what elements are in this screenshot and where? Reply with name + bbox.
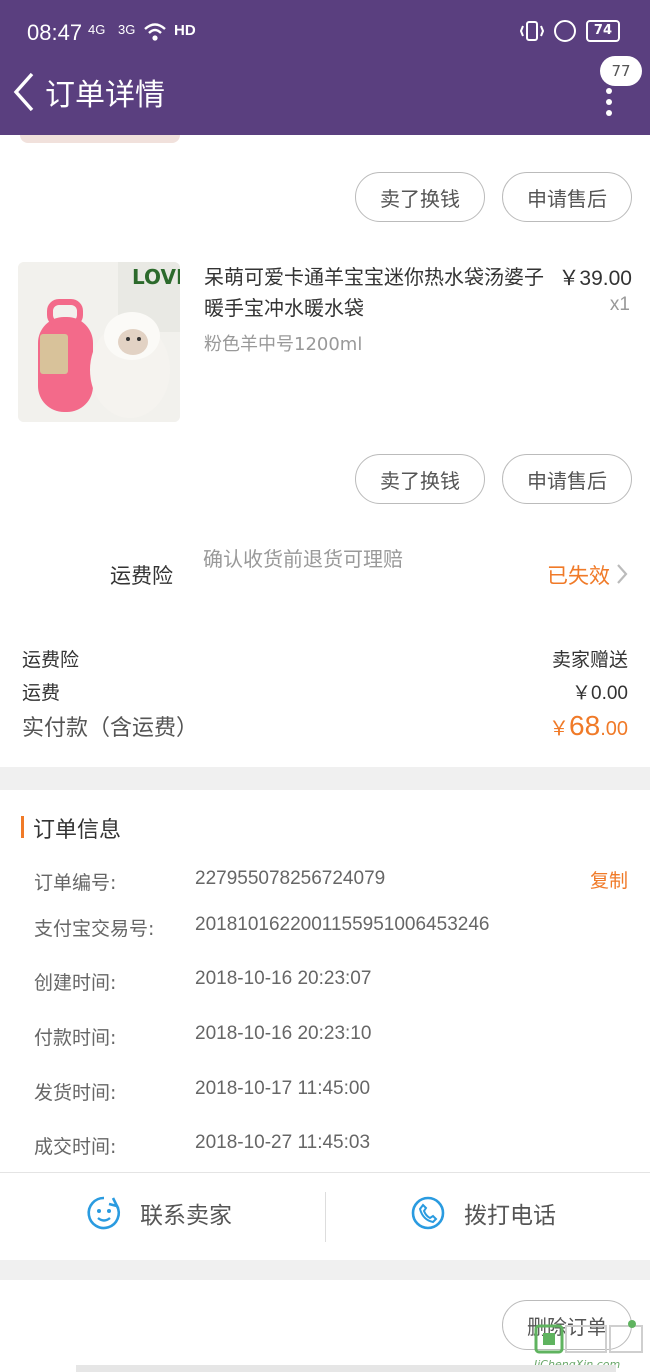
wifi-icon xyxy=(144,23,166,41)
copy-button[interactable]: 复制 xyxy=(590,866,628,893)
fee-insurance-row: 运费险 卖家赠送 xyxy=(22,645,628,672)
watermark-logo: JiChengXin.com xyxy=(528,1318,650,1372)
action-separator xyxy=(325,1192,326,1242)
insurance-status: 已失效 xyxy=(547,564,610,588)
product-price: ￥39.00 xyxy=(558,267,632,290)
more-menu-icon[interactable] xyxy=(606,88,612,116)
contact-seller-button[interactable]: 联系卖家 xyxy=(86,1195,232,1231)
order-number-label: 订单编号: xyxy=(34,872,117,894)
insurance-desc: 确认收货前退货可理赔 xyxy=(203,547,403,571)
product-quantity: x1 xyxy=(609,294,630,315)
fee-shipping-label: 运费 xyxy=(22,682,61,704)
call-label: 拨打电话 xyxy=(464,1203,556,1229)
section-divider xyxy=(0,767,650,790)
insurance-label: 运费险 xyxy=(110,564,173,588)
fee-shipping-row: 运费 ￥0.00 xyxy=(22,678,628,705)
shipped-time-value: 2018-10-17 11:45:00 xyxy=(195,1078,371,1099)
fee-insurance-value: 卖家赠送 xyxy=(551,649,628,671)
product-image[interactable]: LOVE xyxy=(18,262,180,422)
product-name[interactable]: 呆萌可爱卡通羊宝宝迷你热水袋汤婆子暖手宝冲水暖水袋 xyxy=(204,262,544,324)
total-int: 68 xyxy=(569,710,601,741)
order-info-title: 订单信息 xyxy=(33,818,122,843)
status-right: 74 xyxy=(519,20,620,42)
signal-4g-icon: 4G xyxy=(88,22,106,37)
paid-time-value: 2018-10-16 20:23:10 xyxy=(195,1023,372,1044)
previous-product-image xyxy=(20,135,180,143)
product-sku: 粉色羊中号1200ml xyxy=(204,334,363,355)
signal-3g-icon: 3G xyxy=(118,22,136,37)
sell-button[interactable]: 卖了换钱 xyxy=(355,172,485,222)
total-dec: .00 xyxy=(600,718,628,740)
total-label: 实付款（含运费） xyxy=(22,716,199,741)
sell-button-2[interactable]: 卖了换钱 xyxy=(355,454,485,504)
contact-seller-label: 联系卖家 xyxy=(140,1203,232,1229)
deal-time-value: 2018-10-27 11:45:03 xyxy=(195,1132,371,1153)
alipay-no-value: 2018101622001155951006453246 xyxy=(195,914,490,935)
total-currency: ￥ xyxy=(549,718,570,740)
deal-time-label: 成交时间: xyxy=(34,1136,117,1158)
bottom-image-strip xyxy=(76,1365,616,1372)
divider xyxy=(0,1172,650,1173)
order-number-value: 227955078256724079 xyxy=(195,868,386,889)
section-accent-bar xyxy=(21,816,24,838)
paid-time-label: 付款时间: xyxy=(34,1027,117,1049)
page-title: 订单详情 xyxy=(45,78,165,113)
vibrate-icon xyxy=(519,21,544,41)
lock-rotation-icon xyxy=(553,20,576,42)
call-button[interactable]: 拨打电话 xyxy=(410,1195,556,1231)
total-value: ￥68.00 xyxy=(549,710,628,742)
app-header: 08:47 4G 3G HD 74 订单详情 77 xyxy=(0,0,650,135)
alipay-no-label: 支付宝交易号: xyxy=(34,918,155,940)
fee-insurance-label: 运费险 xyxy=(22,649,80,671)
created-time-label: 创建时间: xyxy=(34,972,117,994)
after-sale-button-2[interactable]: 申请售后 xyxy=(502,454,632,504)
fee-shipping-value: ￥0.00 xyxy=(572,683,628,704)
shipped-time-label: 发货时间: xyxy=(34,1082,117,1104)
back-arrow-icon[interactable] xyxy=(12,72,36,112)
created-time-value: 2018-10-16 20:23:07 xyxy=(195,968,372,989)
section-divider-2 xyxy=(0,1260,650,1280)
status-bar: 08:47 4G 3G HD 74 xyxy=(0,0,650,66)
after-sale-button[interactable]: 申请售后 xyxy=(502,172,632,222)
chevron-right-icon xyxy=(617,564,628,584)
status-time: 08:47 xyxy=(27,20,83,45)
total-row: 实付款（含运费） ￥68.00 xyxy=(22,710,628,742)
product-image-text: LOVE xyxy=(132,265,180,289)
phone-icon xyxy=(411,1196,445,1230)
message-count-badge[interactable]: 77 xyxy=(600,56,642,86)
hd-icon: HD xyxy=(174,22,196,39)
battery-icon: 74 xyxy=(585,20,620,42)
chat-face-icon xyxy=(87,1196,120,1230)
